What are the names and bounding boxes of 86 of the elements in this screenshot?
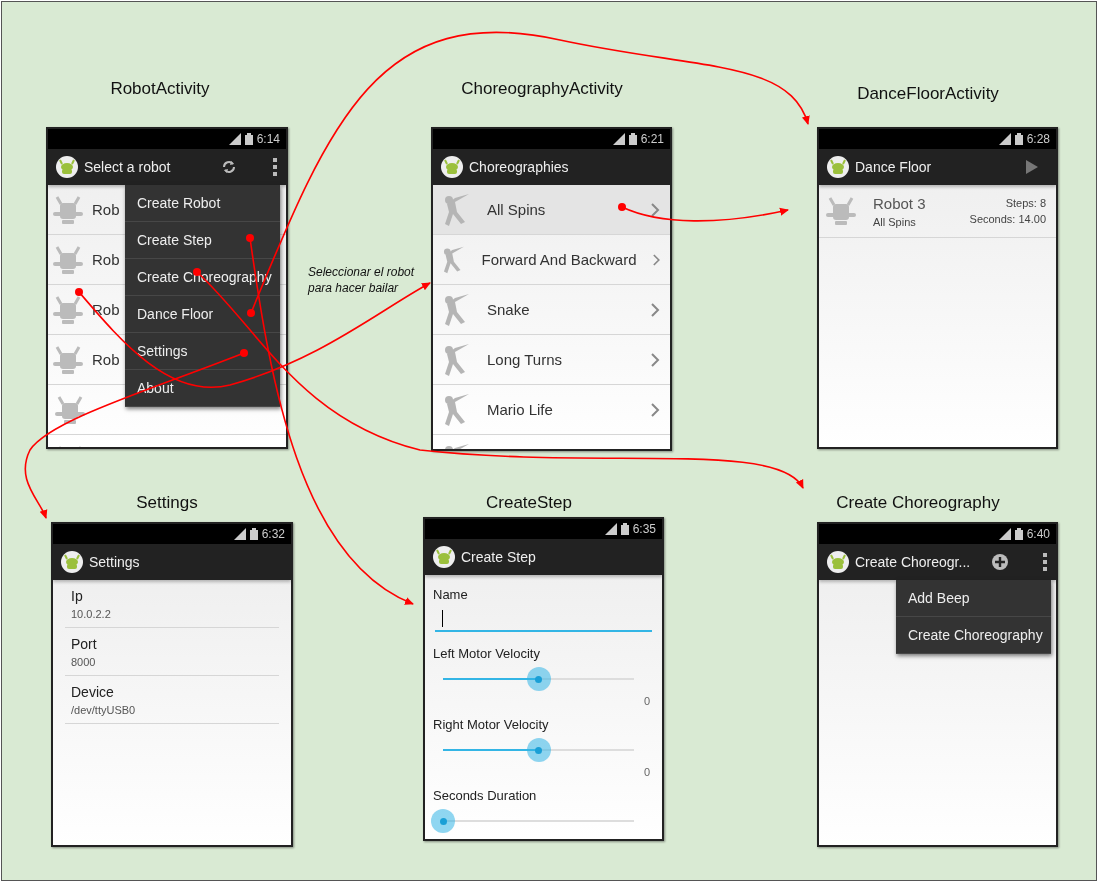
status-time: 6:14 [256, 132, 280, 146]
status-time: 6:35 [632, 522, 656, 536]
battery-icon [249, 528, 258, 540]
choreography-row[interactable]: Long Turns [433, 335, 670, 385]
preference-value: 10.0.2.2 [71, 608, 112, 620]
slider-thumb[interactable] [526, 667, 551, 691]
slider-reading: 0 [643, 766, 650, 778]
menu-item[interactable]: Create Robot [125, 185, 280, 222]
menu-item[interactable]: Create Choreography [896, 617, 1051, 654]
battery-icon [628, 133, 637, 145]
play-icon[interactable] [1026, 160, 1038, 174]
chevron-icon [651, 402, 660, 417]
app-icon [61, 551, 83, 573]
slider-thumb[interactable] [526, 738, 551, 762]
screen-caption: CreateStep [485, 493, 573, 513]
robot-name[interactable]: Rob [92, 251, 120, 268]
app-bar-title: Dance Floor [855, 159, 932, 175]
choreography-name: Long Turns [487, 351, 564, 368]
preference-value: /dev/ttyUSB0 [71, 704, 137, 716]
choreography-name: Snake [487, 301, 531, 318]
choreography-row[interactable]: Snake [433, 285, 670, 335]
status-time: 6:28 [1026, 132, 1050, 146]
choreography-row[interactable]: All Spins [433, 185, 670, 235]
chevron-icon [651, 352, 660, 367]
slider-label: Right Motor Velocity [433, 717, 550, 732]
screen-caption: Settings [135, 493, 199, 513]
status-time: 6:21 [640, 132, 664, 146]
slider[interactable] [433, 809, 634, 833]
signal-icon [604, 523, 617, 535]
app-bar-title: Create Step [461, 549, 536, 565]
preference-label[interactable]: Ip [71, 588, 273, 604]
menu-item[interactable]: Add Beep [896, 580, 1051, 617]
annotation-text: Seleccionar el robot para hacer bailar [308, 264, 416, 297]
signal-icon [998, 133, 1011, 145]
slider-reading: 0 [643, 695, 650, 707]
robot-name[interactable]: Rob [92, 201, 120, 218]
seconds-count: Seconds: 14.00 [969, 213, 1046, 225]
steps-count: Steps: 8 [1005, 197, 1046, 209]
overflow-menu-icon[interactable] [272, 158, 278, 176]
app-bar-title: Choreographies [469, 159, 569, 175]
signal-icon [233, 528, 246, 540]
preference-label[interactable]: Device [71, 684, 273, 700]
choreography-name: Forward And Backward [481, 251, 637, 268]
app-bar-title: Settings [89, 554, 140, 570]
slider-label: Seconds Duration [433, 788, 538, 803]
status-time: 6:32 [261, 527, 285, 541]
chevron-icon [651, 302, 660, 317]
robot-name[interactable]: Rob [92, 301, 120, 318]
screen-caption: DanceFloorActivity [856, 84, 1000, 104]
preference-label[interactable]: Port [71, 636, 273, 652]
choreography-name: All Spins [487, 201, 547, 218]
field-label: Name [433, 587, 469, 602]
slider-thumb[interactable] [431, 809, 455, 833]
choreography-name: All Spins [873, 215, 916, 228]
signal-icon [998, 528, 1011, 540]
screen-caption: ChoreographyActivity [460, 79, 624, 99]
signal-icon [612, 133, 625, 145]
app-bar-title: Select a robot [84, 159, 171, 175]
preference-value: 8000 [71, 656, 97, 668]
app-bar-title: Create Choreogr... [855, 554, 971, 570]
choreography-row[interactable]: Forward And Backward [433, 235, 670, 285]
app-icon [827, 156, 849, 178]
screen-caption: Create Choreography [835, 493, 1001, 513]
add-icon[interactable] [992, 554, 1008, 570]
robot-name: Robot 3 [873, 194, 926, 212]
robot-name[interactable]: Rob [92, 351, 120, 368]
chevron-icon [652, 252, 660, 267]
choreography-row[interactable]: Mario Life [433, 385, 670, 435]
robot-icon [825, 195, 857, 227]
app-icon [433, 546, 455, 568]
app-icon [441, 156, 463, 178]
battery-icon [1014, 528, 1023, 540]
slider-label: Left Motor Velocity [433, 646, 541, 661]
app-icon [827, 551, 849, 573]
chevron-icon [651, 202, 660, 217]
status-time: 6:40 [1026, 527, 1050, 541]
battery-icon [620, 523, 629, 535]
refresh-icon[interactable] [222, 160, 236, 174]
overflow-menu-icon[interactable] [1042, 553, 1048, 571]
name-field[interactable] [435, 608, 652, 632]
app-icon [56, 156, 78, 178]
signal-icon [228, 133, 241, 145]
choreography-name: Mario Life [487, 401, 554, 418]
battery-icon [244, 133, 253, 145]
screen-caption: RobotActivity [109, 79, 211, 99]
battery-icon [1014, 133, 1023, 145]
